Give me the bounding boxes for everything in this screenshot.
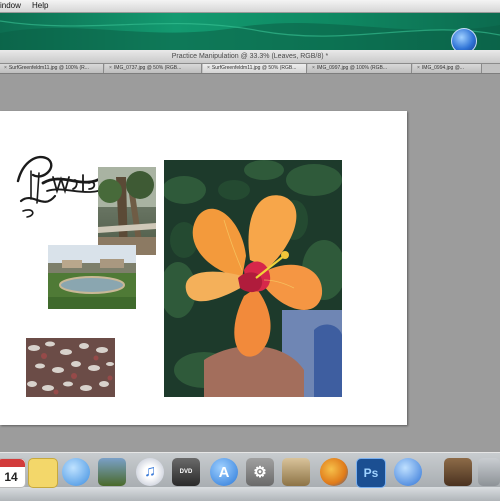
hibiscus-flower-photo[interactable] [164, 160, 342, 397]
itunes-icon[interactable]: ♫ [136, 458, 164, 486]
desktop-wave-pattern [0, 20, 500, 50]
tab-label: SurfGreenfeldm11.jpg @ 100% (R... [8, 65, 89, 71]
workspace-area [0, 74, 500, 452]
document-tab-bar: × SurfGreenfeldm11.jpg @ 100% (R... × IMG_… [0, 64, 500, 74]
finder-stack-icon[interactable] [478, 458, 500, 486]
leaves-photo[interactable] [26, 338, 115, 397]
dock-shelf [0, 487, 500, 501]
close-icon[interactable]: × [4, 64, 7, 73]
tab-document-5[interactable]: × IMG_0994.jpg @... [413, 64, 482, 73]
firefox-icon[interactable] [320, 458, 348, 486]
system-preferences-icon[interactable]: ⚙ [246, 458, 274, 486]
window-title-bar[interactable]: Practice Manipulation @ 33.3% (Leaves, R… [0, 50, 500, 64]
tab-document-1[interactable]: × SurfGreenfeldm11.jpg @ 100% (R... [0, 64, 104, 73]
document-canvas[interactable] [0, 111, 407, 425]
tab-document-3[interactable]: × SurfGreenfeldm11.jpg @ 50% (RGB... [203, 64, 307, 73]
iphoto-icon[interactable] [98, 458, 126, 486]
photoshop-label: Ps [363, 466, 379, 480]
close-icon[interactable]: × [207, 64, 210, 73]
garden-tree-photo[interactable] [98, 167, 156, 255]
dock: 14 ♫ DVD A ⚙ Ps [0, 452, 500, 501]
menu-help[interactable]: Help [32, 0, 48, 12]
pond-landscape-photo[interactable] [48, 245, 136, 309]
tab-label: IMG_0737.jpg @ 50% (RGB... [113, 65, 182, 71]
downloads-stack-icon[interactable] [444, 458, 472, 486]
tab-document-2[interactable]: × IMG_0737.jpg @ 50% (RGB... [105, 64, 202, 73]
tab-label: IMG_0994.jpg @... [421, 65, 464, 71]
menu-window[interactable]: indow [0, 0, 21, 12]
tab-label: SurfGreenfeldm11.jpg @ 50% (RGB... [211, 65, 297, 71]
tab-label: IMG_0997.jpg @ 100% (RGB... [316, 65, 388, 71]
calendar-date: 14 [4, 470, 18, 484]
app-store-icon[interactable]: A [210, 458, 238, 486]
window-title: Practice Manipulation @ 33.3% (Leaves, R… [171, 53, 329, 60]
dvd-player-icon[interactable]: DVD [172, 458, 200, 486]
photoshop-icon[interactable]: Ps [356, 458, 386, 488]
stickies-icon[interactable] [28, 458, 58, 488]
desktop-background [0, 13, 500, 50]
ichat-icon[interactable] [62, 458, 90, 486]
menu-bar: indow Help [0, 0, 500, 13]
preview-icon[interactable] [282, 458, 310, 486]
close-icon[interactable]: × [312, 64, 315, 73]
calendar-icon[interactable]: 14 [0, 458, 26, 488]
spotlight-dock-icon[interactable] [394, 458, 422, 486]
tab-document-4[interactable]: × IMG_0997.jpg @ 100% (RGB... [308, 64, 412, 73]
close-icon[interactable]: × [417, 64, 420, 73]
close-icon[interactable]: × [109, 64, 112, 73]
